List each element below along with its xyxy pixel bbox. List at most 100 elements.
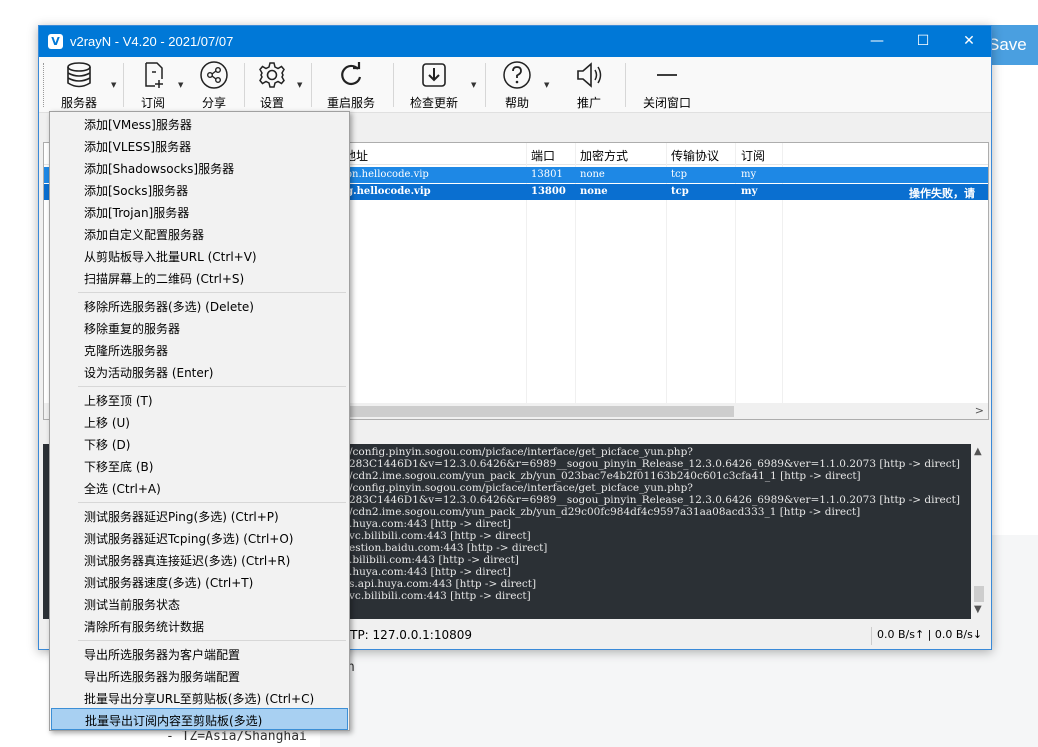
column-header-encryption[interactable]: 加密方式 — [580, 147, 628, 164]
menu-separator — [78, 640, 346, 641]
log-line: .bilibili.com:443 [http -> direct] — [349, 554, 519, 566]
log-line: /cdn2.ime.sogou.com/yun_pack_zb/yun_d29c… — [349, 506, 861, 518]
refresh-icon — [341, 62, 362, 86]
download-icon — [422, 63, 446, 87]
menu-item-remove-duplicates[interactable]: 移除重复的服务器 — [50, 316, 349, 338]
log-line: vc.bilibili.com:443 [http -> direct] — [349, 590, 531, 602]
share-label: 分享 — [201, 96, 226, 110]
settings-label: 设置 — [259, 96, 284, 110]
menu-item-add-shadowsocks[interactable]: 添加[Shadowsocks]服务器 — [50, 156, 349, 178]
title-bar[interactable]: V v2rayN - V4.20 - 2021/07/07 — ☐ ✕ — [39, 26, 991, 57]
menu-item-move-up[interactable]: 上移 (U) — [50, 410, 349, 432]
background-text-tz: - TZ=Asia/Shanghai — [166, 729, 307, 744]
column-header-subscription[interactable]: 订阅 — [741, 147, 765, 164]
toolbar-separator — [625, 63, 626, 107]
menu-item-add-custom[interactable]: 添加自定义配置服务器 — [50, 222, 349, 244]
restart-service-button[interactable]: 重启服务 — [319, 57, 383, 113]
log-line: .huya.com:443 [http -> direct] — [349, 566, 512, 578]
menu-item-add-vless[interactable]: 添加[VLESS]服务器 — [50, 134, 349, 156]
cell-transport: tcp — [671, 186, 689, 197]
menu-item-move-bottom[interactable]: 下移至底 (B) — [50, 454, 349, 476]
cell-subscription: my — [741, 186, 758, 197]
restart-service-label: 重启服务 — [326, 96, 375, 110]
close-window-button[interactable]: 关闭窗口 — [639, 57, 695, 113]
menu-item-export-server[interactable]: 导出所选服务器为服务端配置 — [50, 664, 349, 686]
menu-separator — [78, 502, 346, 503]
settings-button[interactable]: 设置 — [252, 57, 292, 113]
menu-item-add-socks[interactable]: 添加[Socks]服务器 — [50, 178, 349, 200]
subscription-dropdown-icon[interactable]: ▼ — [178, 81, 183, 89]
check-update-button[interactable]: 检查更新 — [403, 57, 465, 113]
column-header-transport[interactable]: 传输协议 — [671, 147, 719, 164]
menu-item-import-clipboard[interactable]: 从剪贴板导入批量URL (Ctrl+V) — [50, 244, 349, 266]
status-separator — [871, 627, 872, 645]
server-context-menu: 添加[VMess]服务器 添加[VLESS]服务器 添加[Shadowsocks… — [49, 111, 350, 731]
scroll-right-icon[interactable]: > — [975, 404, 984, 417]
scroll-up-icon[interactable]: ▲ — [974, 446, 982, 457]
servers-label: 服务器 — [60, 96, 97, 110]
cell-encryption: none — [580, 186, 608, 197]
menu-item-test-speed[interactable]: 测试服务器速度(多选) (Ctrl+T) — [50, 570, 349, 592]
promote-button[interactable]: 推广 — [567, 57, 611, 113]
cell-encryption: none — [580, 169, 605, 180]
cell-port: 13800 — [531, 186, 566, 197]
help-label: 帮助 — [504, 96, 529, 110]
cell-address: cg.hellocode.vip — [340, 186, 431, 197]
toolbar-separator — [311, 63, 312, 107]
toolbar-separator — [393, 63, 394, 107]
scroll-down-icon[interactable]: ▼ — [974, 604, 982, 615]
check-update-label: 检查更新 — [409, 96, 458, 110]
log-line: /cdn2.ime.sogou.com/yun_pack_zb/yun_023b… — [349, 470, 861, 482]
log-vertical-scrollbar[interactable]: ▲ ▼ — [971, 444, 987, 619]
menu-item-clear-stats[interactable]: 清除所有服务统计数据 — [50, 614, 349, 636]
log-line: estion.baidu.com:443 [http -> direct] — [349, 542, 548, 554]
cell-subscription: my — [741, 169, 757, 180]
menu-item-clone-selected[interactable]: 克隆所选服务器 — [50, 338, 349, 360]
menu-item-select-all[interactable]: 全选 (Ctrl+A) — [50, 476, 349, 498]
help-button[interactable]: 帮助 — [497, 57, 537, 113]
toolbar-grip[interactable] — [43, 63, 46, 107]
menu-item-scan-qrcode[interactable]: 扫描屏幕上的二维码 (Ctrl+S) — [50, 266, 349, 288]
cell-address: vpn.hellocode.vip — [340, 169, 429, 180]
log-line: /config.pinyin.sogou.com/picface/interfa… — [349, 446, 693, 458]
toolbar-separator — [485, 63, 486, 107]
servers-dropdown-icon[interactable]: ▼ — [111, 81, 116, 89]
scrollbar-thumb[interactable] — [304, 406, 734, 417]
close-button[interactable]: ✕ — [946, 26, 992, 57]
menu-item-test-real-delay[interactable]: 测试服务器真连接延迟(多选) (Ctrl+R) — [50, 548, 349, 570]
menu-item-export-client[interactable]: 导出所选服务器为客户端配置 — [50, 642, 349, 664]
log-line: s.api.huya.com:443 [http -> direct] — [349, 578, 537, 590]
help-dropdown-icon[interactable]: ▼ — [544, 81, 549, 89]
menu-item-move-top[interactable]: 上移至顶 (T) — [50, 388, 349, 410]
column-header-port[interactable]: 端口 — [531, 147, 555, 164]
subscription-icon — [145, 62, 163, 88]
cell-transport: tcp — [671, 169, 688, 180]
subscription-button[interactable]: 订阅 — [133, 57, 173, 113]
database-icon — [67, 62, 91, 88]
scrollbar-thumb[interactable] — [974, 586, 984, 602]
menu-item-move-down[interactable]: 下移 (D) — [50, 432, 349, 454]
menu-separator — [78, 386, 346, 387]
help-icon — [503, 61, 531, 89]
menu-item-test-ping[interactable]: 测试服务器延迟Ping(多选) (Ctrl+P) — [50, 504, 349, 526]
servers-button[interactable]: 服务器 — [51, 57, 107, 113]
menu-item-remove-selected[interactable]: 移除所选服务器(多选) (Delete) — [50, 294, 349, 316]
share-button[interactable]: 分享 — [194, 57, 234, 113]
toolbar-separator — [123, 63, 124, 107]
menu-item-add-vmess[interactable]: 添加[VMess]服务器 — [50, 112, 349, 134]
v2rayn-app-icon: V — [48, 34, 63, 49]
settings-dropdown-icon[interactable]: ▼ — [297, 81, 302, 89]
menu-item-set-active[interactable]: 设为活动服务器 (Enter) — [50, 360, 349, 382]
log-line: vc.bilibili.com:443 [http -> direct] — [349, 530, 531, 542]
minus-icon — [657, 74, 677, 76]
maximize-button[interactable]: ☐ — [900, 26, 946, 57]
menu-item-add-trojan[interactable]: 添加[Trojan]服务器 — [50, 200, 349, 222]
menu-item-test-current[interactable]: 测试当前服务状态 — [50, 592, 349, 614]
check-update-dropdown-icon[interactable]: ▼ — [471, 81, 476, 89]
minimize-button[interactable]: — — [854, 26, 900, 57]
menu-item-export-share-url[interactable]: 批量导出分享URL至剪贴板(多选) (Ctrl+C) — [50, 686, 349, 708]
gear-icon — [259, 62, 285, 88]
log-line: /config.pinyin.sogou.com/picface/interfa… — [349, 482, 693, 494]
menu-item-test-tcping[interactable]: 测试服务器延迟Tcping(多选) (Ctrl+O) — [50, 526, 349, 548]
menu-item-export-subscription[interactable]: 批量导出订阅内容至剪贴板(多选) — [51, 708, 348, 730]
